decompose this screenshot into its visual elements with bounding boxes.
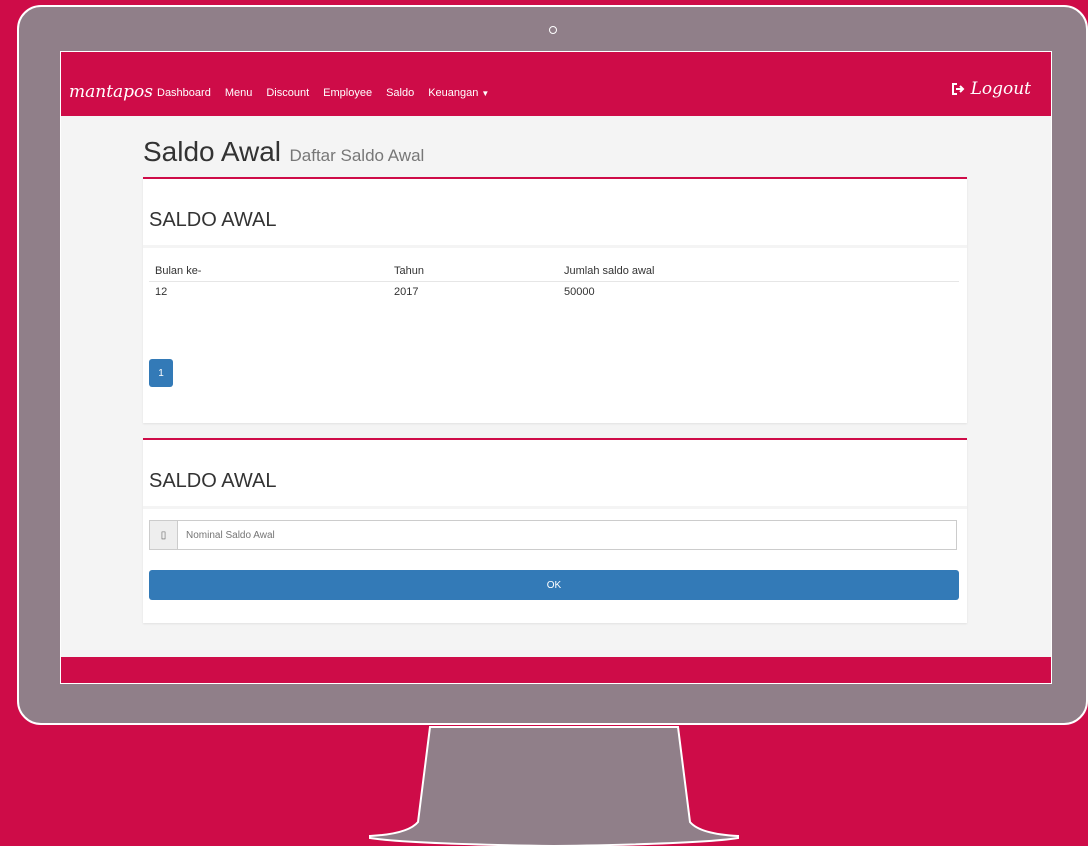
box-divider xyxy=(143,245,967,248)
camera-icon xyxy=(549,26,557,34)
saldo-list-box: SALDO AWAL Bulan ke- Tahun Jumlah saldo … xyxy=(143,177,967,423)
nav-links: Dashboard Menu Discount Employee Saldo K… xyxy=(157,87,503,99)
cell-jumlah: 50000 xyxy=(564,286,595,298)
top-navbar: mantapos Dashboard Menu Discount Employe… xyxy=(61,52,1051,116)
sign-out-icon xyxy=(951,83,964,95)
app-screen: mantapos Dashboard Menu Discount Employe… xyxy=(60,51,1052,684)
nav-saldo[interactable]: Saldo xyxy=(386,87,414,99)
footer-bar xyxy=(61,657,1051,683)
list-box-title: SALDO AWAL xyxy=(149,209,277,231)
saldo-form-box: SALDO AWAL ▯ OK xyxy=(143,438,967,623)
nav-employee[interactable]: Employee xyxy=(323,87,372,99)
caret-down-icon: ▼ xyxy=(481,89,490,98)
nav-dashboard[interactable]: Dashboard xyxy=(157,87,211,99)
form-box-title: SALDO AWAL xyxy=(149,470,277,492)
nav-menu[interactable]: Menu xyxy=(225,87,253,99)
column-header-jumlah: Jumlah saldo awal xyxy=(564,261,959,282)
box-divider xyxy=(143,506,967,509)
money-icon: ▯ xyxy=(150,521,178,549)
brand-logo[interactable]: mantapos xyxy=(69,82,153,102)
logout-button[interactable]: Logout xyxy=(951,79,1031,99)
pagination-page-1[interactable]: 1 xyxy=(149,359,173,387)
ok-button[interactable]: OK xyxy=(149,570,959,600)
page-header: Saldo Awal Daftar Saldo Awal xyxy=(143,136,424,168)
logout-label: Logout xyxy=(970,79,1031,99)
cell-tahun: 2017 xyxy=(394,286,419,298)
nav-keuangan-dropdown[interactable]: Keuangan ▼ xyxy=(428,87,489,99)
column-header-bulan: Bulan ke- xyxy=(149,261,394,282)
page-title: Saldo Awal xyxy=(143,136,282,167)
page-subtitle: Daftar Saldo Awal xyxy=(289,146,425,165)
table-row: 12 2017 50000 xyxy=(149,282,959,303)
saldo-table: Bulan ke- Tahun Jumlah saldo awal 12 201… xyxy=(149,261,959,302)
nominal-input-group: ▯ xyxy=(149,520,957,550)
column-header-tahun: Tahun xyxy=(394,261,564,282)
nominal-saldo-input[interactable] xyxy=(178,521,956,549)
nav-keuangan-label: Keuangan xyxy=(428,87,479,99)
nav-discount[interactable]: Discount xyxy=(266,87,309,99)
cell-bulan: 12 xyxy=(155,286,168,298)
table-header-row: Bulan ke- Tahun Jumlah saldo awal xyxy=(149,261,959,282)
